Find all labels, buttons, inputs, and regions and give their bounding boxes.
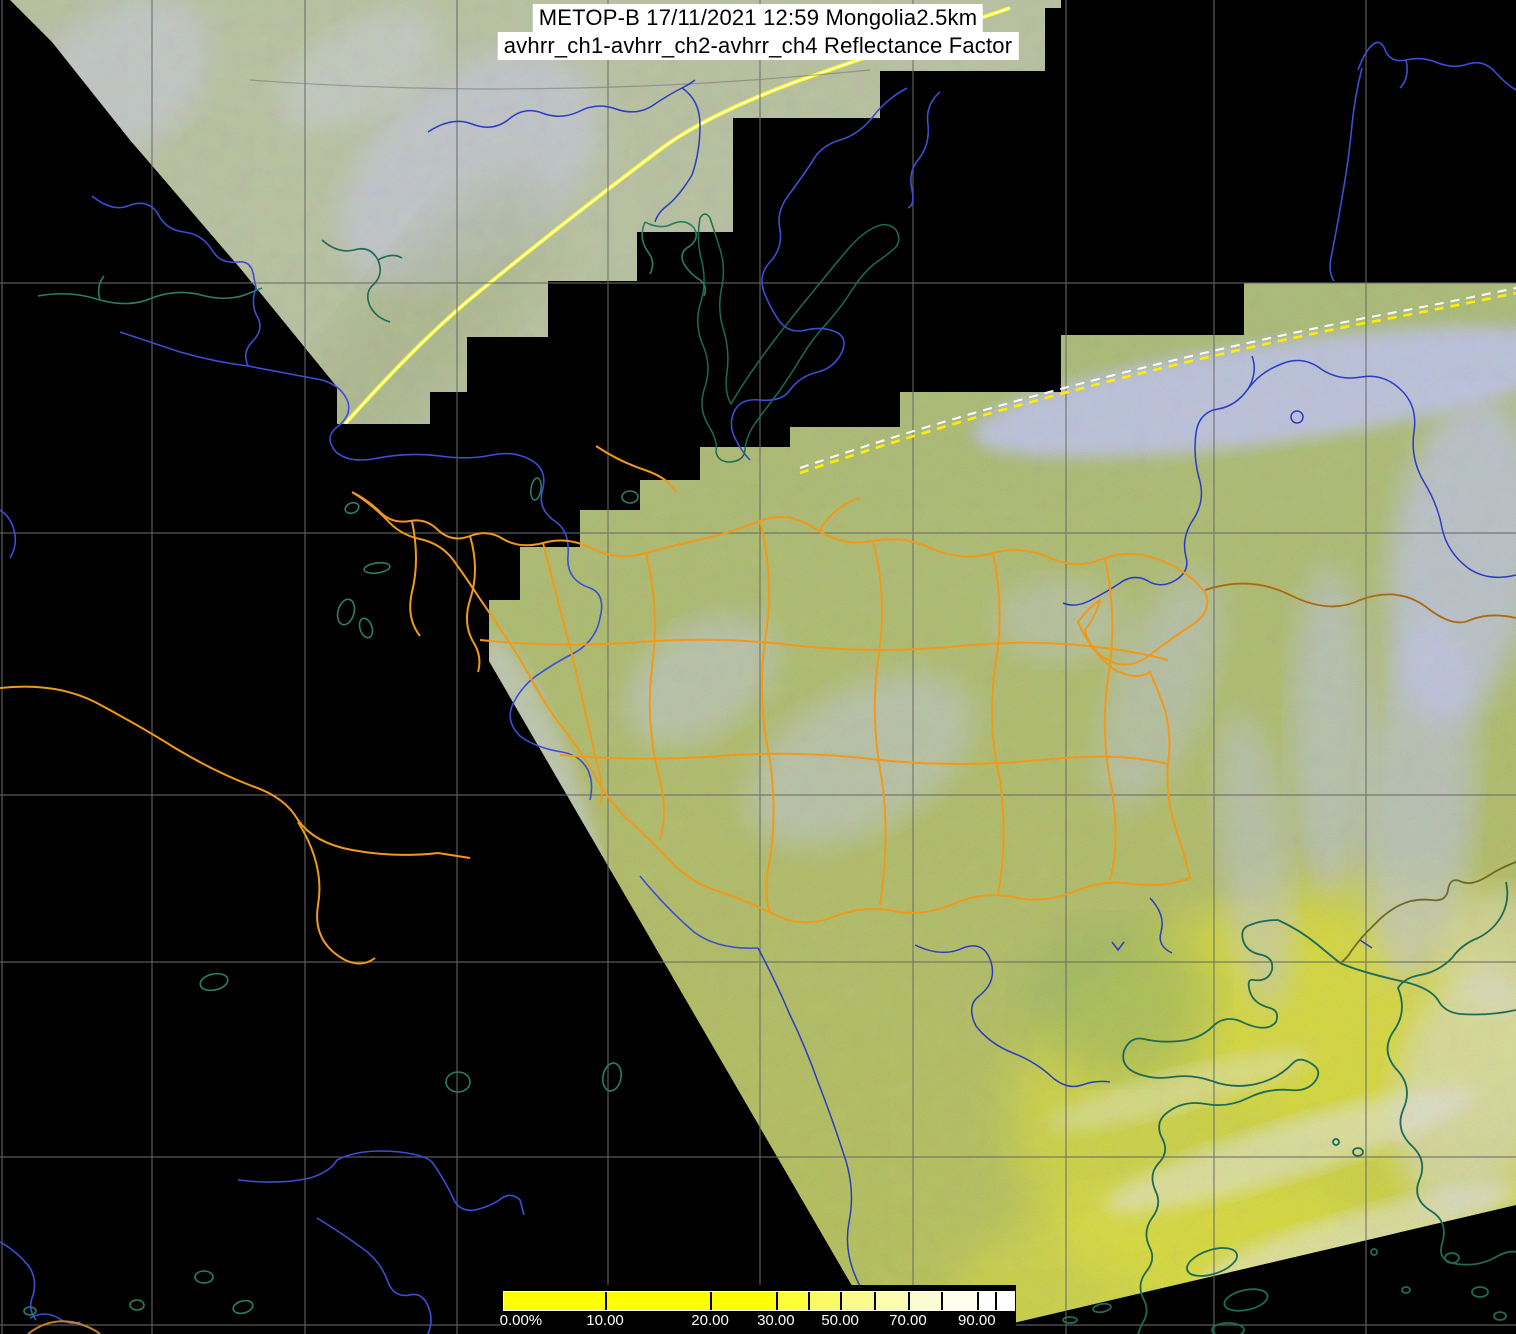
island-blob (1471, 1286, 1489, 1298)
colorbar-tick-divider (941, 1292, 944, 1310)
colorbar-segment (504, 1292, 606, 1310)
colorbar-tick-label: 50.00 (821, 1312, 859, 1329)
river-teal (97, 275, 105, 301)
island-blob (1370, 1248, 1378, 1256)
colorbar-tick-divider (605, 1292, 607, 1310)
colorbar-tick-label: 70.00 (889, 1312, 927, 1329)
colorbar-segment (977, 1292, 997, 1310)
river-teal (37, 287, 263, 305)
river-path (1329, 67, 1363, 282)
lake-blob (363, 561, 391, 575)
river-path (730, 87, 908, 461)
colorbar-tick-divider (907, 1292, 910, 1310)
river-path (0, 1241, 37, 1321)
satellite-map-product: METOP-B 17/11/2021 12:59 Mongolia2.5km a… (0, 0, 1516, 1334)
colorbar-tick-divider (840, 1292, 843, 1310)
title-line-2: avhrr_ch1-avhrr_ch2-avhrr_ch4 Reflectanc… (497, 32, 1019, 60)
colorbar-tick-label: 10.00 (586, 1312, 624, 1329)
island-blob (1092, 1302, 1112, 1314)
border-south-spur (297, 821, 376, 965)
title-block: METOP-B 17/11/2021 12:59 Mongolia2.5km a… (497, 4, 1019, 60)
colorbar-tick-label: 90.00 (958, 1312, 996, 1329)
lake-baikal-outline (697, 213, 900, 463)
map-canvas (0, 0, 1516, 1334)
island-blob (1062, 1316, 1078, 1324)
island-blob (1444, 1252, 1460, 1264)
colorbar-segment (808, 1292, 842, 1310)
river-path (1357, 41, 1516, 91)
colorbar-tick-divider (775, 1292, 778, 1310)
colorbar-segment (874, 1292, 909, 1310)
lake-blob (344, 501, 360, 515)
river-path (237, 1150, 525, 1216)
colorbar-segment (606, 1292, 712, 1310)
border-west-chain (0, 685, 471, 859)
river-path (316, 1217, 432, 1334)
colorbar-tick-divider (873, 1292, 876, 1310)
river-path (1399, 59, 1408, 89)
lake-blob (445, 1071, 471, 1093)
colorbar-segment (908, 1292, 943, 1310)
lake-blob (336, 598, 356, 626)
island-blob (1401, 1286, 1411, 1294)
colorbar-tick-divider (710, 1292, 713, 1310)
colorbar-tick-divider (807, 1292, 810, 1310)
colorbar-bar (503, 1291, 1015, 1311)
island-blob (1493, 1311, 1507, 1321)
border-corner-stub (27, 1320, 101, 1334)
lake-blob (194, 1270, 214, 1284)
colorbar-segment (841, 1292, 875, 1310)
colorbar-tick-label: 0.00% (499, 1312, 543, 1329)
colorbar-tick-label: 30.00 (757, 1312, 795, 1329)
border-province (465, 535, 481, 673)
colorbar-tick-divider (976, 1292, 979, 1310)
lake-blob (232, 1299, 254, 1315)
colorbar-segment (996, 1292, 1014, 1310)
lake-blob (602, 1062, 622, 1092)
colorbar-tick-label: 20.00 (691, 1312, 729, 1329)
colorbar-segment (942, 1292, 978, 1310)
colorbar-tick-divider (995, 1292, 998, 1310)
lake-blob (621, 490, 639, 504)
lake-blob (199, 972, 229, 992)
colorbar-segment (711, 1292, 777, 1310)
selenga-delta (644, 220, 707, 297)
lake-blob (129, 1299, 145, 1311)
colorbar-legend: 0.00% 10.00 20.00 30.00 50.00 70.00 90.00 (500, 1285, 1016, 1334)
island-blob (1223, 1288, 1269, 1312)
lake-blob (358, 617, 374, 639)
title-line-1: METOP-B 17/11/2021 12:59 Mongolia2.5km (532, 4, 984, 32)
colorbar-segment (776, 1292, 809, 1310)
